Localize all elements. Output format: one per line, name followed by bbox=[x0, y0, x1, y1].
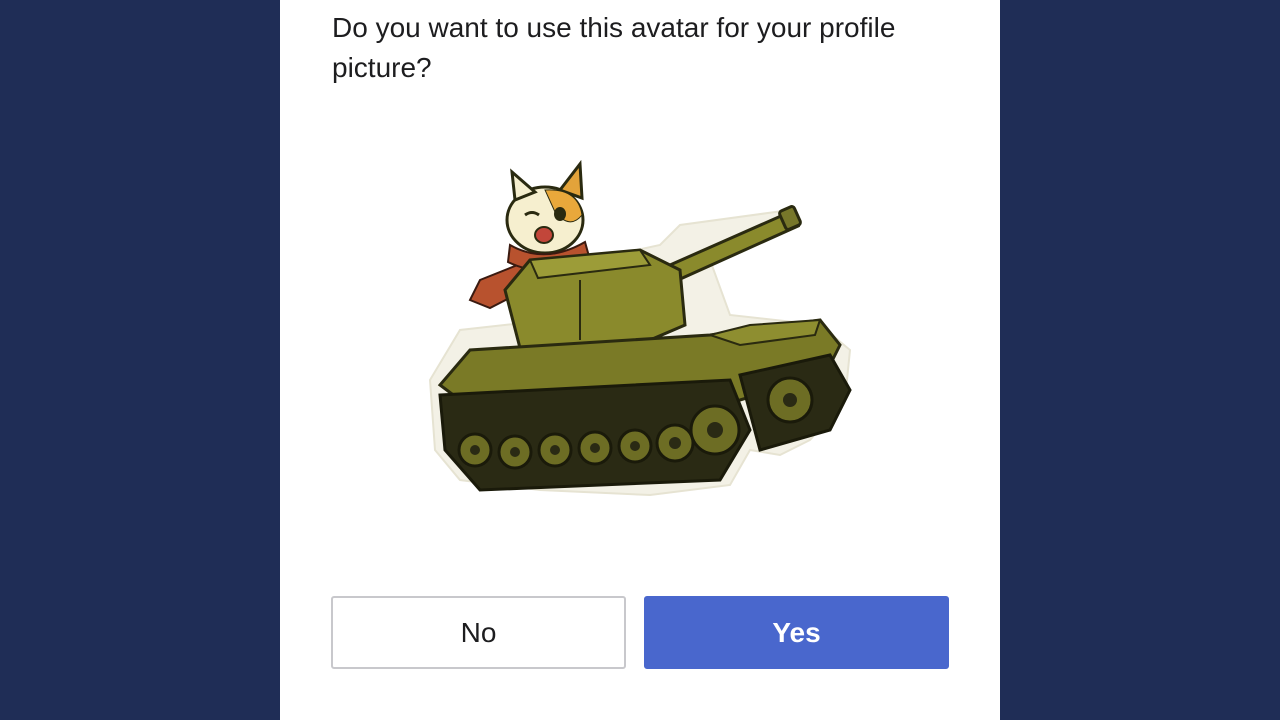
cat-tank-avatar-image bbox=[428, 159, 852, 497]
tank-turret bbox=[503, 248, 687, 350]
confirm-question: Do you want to use this avatar for your … bbox=[332, 12, 896, 83]
yes-button[interactable]: Yes bbox=[644, 596, 949, 669]
avatar-confirm-panel: Do you want to use this avatar for your … bbox=[280, 0, 1000, 720]
no-button[interactable]: No bbox=[331, 596, 626, 669]
